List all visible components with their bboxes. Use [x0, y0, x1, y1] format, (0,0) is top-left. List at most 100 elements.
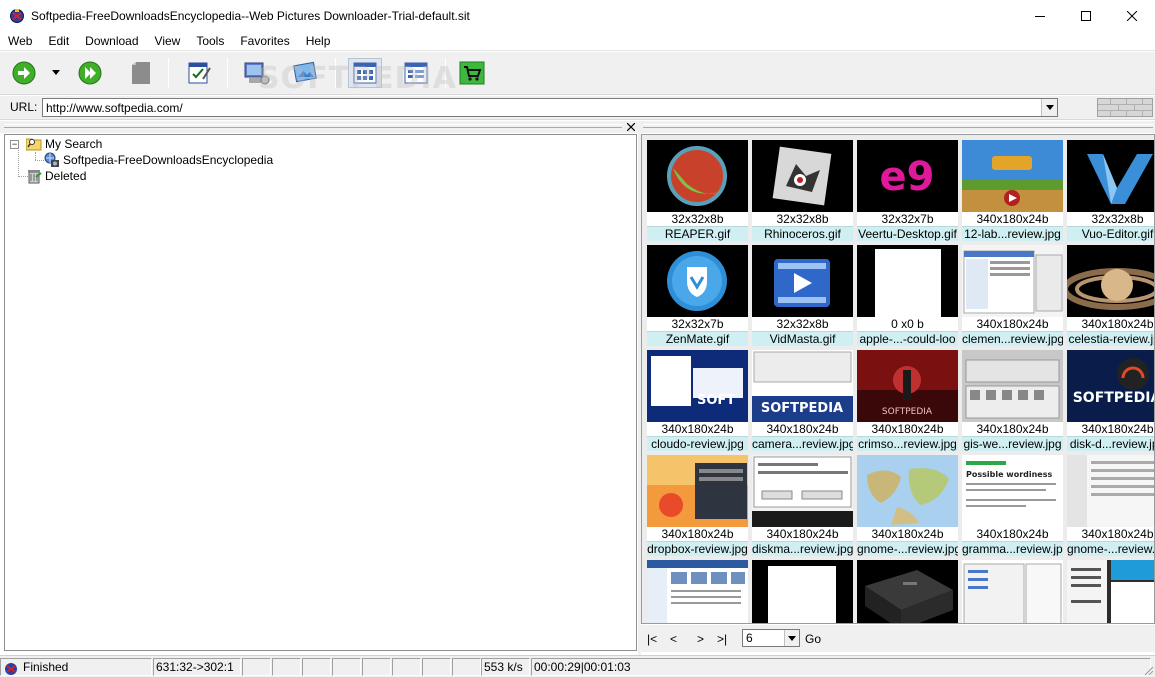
thumbnail-image[interactable]: [647, 140, 748, 212]
thumbnail-image[interactable]: [752, 140, 853, 212]
thumbnail-dimensions: 340x180x24b: [752, 527, 853, 541]
stop-button[interactable]: [126, 58, 156, 88]
thumbnail-filename: camera...review.jpg: [752, 436, 853, 451]
next-button[interactable]: [75, 58, 105, 88]
page-select[interactable]: 6: [742, 629, 800, 647]
thumbnail-cell[interactable]: Possible wordiness 340x180x24b gramma...re…: [962, 455, 1063, 558]
thumbnail-cell[interactable]: 340x180x24bgnome-...review.jpg: [857, 455, 958, 558]
thumbnail-image[interactable]: SOFTPEDIA: [857, 350, 958, 422]
maximize-button[interactable]: [1063, 0, 1109, 31]
thumbnail-cell[interactable]: [1067, 560, 1154, 623]
thumbnail-image[interactable]: SOFTPEDIA: [1067, 350, 1154, 422]
detail-view-button[interactable]: [400, 58, 432, 88]
thumbnail-cell[interactable]: SOFTPEDIA 340x180x24bdisk-d...review.jpg: [1067, 350, 1154, 453]
thumbnail-image[interactable]: [857, 455, 958, 527]
edit-list-button[interactable]: [184, 58, 214, 88]
thumbnail-cell[interactable]: 340x180x24b 12-lab...review.jpg: [962, 140, 1063, 243]
thumbnail-cell[interactable]: SOFT 340x180x24b cloudo-review.jpg: [647, 350, 748, 453]
thumbnail-image[interactable]: [962, 560, 1063, 623]
thumbnail-image[interactable]: [857, 245, 958, 317]
menu-tools[interactable]: Tools: [188, 31, 232, 51]
thumbnail-image[interactable]: [647, 245, 748, 317]
thumbnail-image[interactable]: [962, 140, 1063, 212]
prev-page-button[interactable]: <: [670, 632, 677, 646]
url-navigate-button[interactable]: [1097, 98, 1153, 117]
thumbnail-cell[interactable]: [647, 560, 748, 623]
minimize-button[interactable]: [1017, 0, 1063, 31]
next-page-button[interactable]: >: [697, 632, 704, 646]
tree-pane-close-button[interactable]: [625, 121, 636, 132]
menu-view[interactable]: View: [147, 31, 189, 51]
thumbnail-image[interactable]: Possible wordiness: [962, 455, 1063, 527]
thumbnail-view-button[interactable]: [348, 58, 382, 88]
menu-bar: Web Edit Download View Tools Favorites H…: [0, 31, 1155, 51]
thumbnail-image[interactable]: [962, 245, 1063, 317]
thumbnail-cell[interactable]: 32x32x8b VidMasta.gif: [752, 245, 853, 348]
toolbar-separator: [168, 58, 169, 88]
thumbnail-cell[interactable]: 340x180x24b dropbox-review.jpg: [647, 455, 748, 558]
thumbnail-image[interactable]: SOFT: [647, 350, 748, 422]
thumbnail-image[interactable]: [1067, 560, 1154, 623]
resize-grip-icon[interactable]: [1142, 664, 1154, 676]
thumbnail-cell[interactable]: [752, 560, 853, 623]
image-browser-button[interactable]: [290, 58, 320, 88]
tree-expander[interactable]: −: [10, 140, 19, 149]
menu-favorites[interactable]: Favorites: [232, 31, 297, 51]
go-dropdown-button[interactable]: [48, 58, 64, 88]
thumbnail-cell[interactable]: 32x32x8b REAPER.gif: [647, 140, 748, 243]
thumbnail-cell[interactable]: [857, 560, 958, 623]
thumbnail-cell[interactable]: 340x180x24bcelestia-review.jpg: [1067, 245, 1154, 348]
svg-text:e9: e9: [880, 154, 935, 200]
thumbnail-cell[interactable]: 340x180x24b gis-we...review.jpg: [962, 350, 1063, 453]
close-button[interactable]: [1109, 0, 1155, 31]
thumbnail-cell[interactable]: 340x180x24bgnome-...review.jpg: [1067, 455, 1154, 558]
tree-item-deleted[interactable]: Deleted: [25, 168, 86, 184]
thumbnail-cell[interactable]: 32x32x8b Rhinoceros.gif: [752, 140, 853, 243]
thumbnail-cell[interactable]: 32x32x8b Vuo-Editor.gif: [1067, 140, 1154, 243]
thumbnail-image[interactable]: [857, 560, 958, 623]
thumbnail-image[interactable]: [1067, 140, 1154, 212]
last-page-button[interactable]: >|: [717, 632, 727, 646]
status-cell: [422, 658, 451, 676]
thumbnail-cell[interactable]: SOFTPEDIA 340x180x24b camera...review.jpg: [752, 350, 853, 453]
thumbnail-filename: 12-lab...review.jpg: [962, 226, 1063, 241]
thumbnail-image[interactable]: [647, 560, 748, 623]
thumbnail-cell[interactable]: [962, 560, 1063, 623]
thumbnail-cell[interactable]: 0 x0 b apple-...-could-loo: [857, 245, 958, 348]
thumbnail-dimensions: 32x32x7b: [857, 212, 958, 226]
url-dropdown-button[interactable]: [1041, 99, 1057, 116]
thumbnail-filename: gnome-...review.jpg: [857, 541, 958, 556]
thumbnail-cell[interactable]: SOFTPEDIA 340x180x24b crimso...review.jpg: [857, 350, 958, 453]
thumbnail-image[interactable]: [752, 455, 853, 527]
computer-button[interactable]: [241, 58, 271, 88]
thumbnail-dimensions: 340x180x24b: [962, 422, 1063, 436]
thumbnail-cell[interactable]: e9 32x32x7b Veertu-Desktop.gif: [857, 140, 958, 243]
thumbnail-image[interactable]: [647, 455, 748, 527]
thumbnail-image[interactable]: [1067, 245, 1154, 317]
tree-item-softpedia[interactable]: Softpedia-FreeDownloadsEncyclopedia: [43, 152, 273, 168]
go-button[interactable]: [9, 58, 39, 88]
pane-grip: [643, 124, 1153, 128]
menu-help[interactable]: Help: [298, 31, 339, 51]
buy-button[interactable]: [457, 58, 487, 88]
thumbnail-image[interactable]: e9: [857, 140, 958, 212]
thumbnail-dimensions: 0 x0 b: [857, 317, 958, 331]
thumbnail-image[interactable]: SOFTPEDIA: [752, 350, 853, 422]
thumbnail-image[interactable]: [752, 560, 853, 623]
thumbnail-cell[interactable]: 32x32x7b ZenMate.gif: [647, 245, 748, 348]
menu-web[interactable]: Web: [0, 31, 40, 51]
thumbnail-cell[interactable]: 340x180x24b clemen...review.jpg: [962, 245, 1063, 348]
thumbnail-image[interactable]: [1067, 455, 1154, 527]
thumbnail-dimensions: 32x32x8b: [1067, 212, 1154, 226]
url-input[interactable]: http://www.softpedia.com/: [42, 98, 1058, 117]
page-select-dropdown[interactable]: [784, 630, 799, 646]
menu-edit[interactable]: Edit: [40, 31, 77, 51]
menu-download[interactable]: Download: [77, 31, 146, 51]
thumbnail-image[interactable]: [752, 245, 853, 317]
go-page-button[interactable]: Go: [805, 632, 821, 646]
first-page-button[interactable]: |<: [647, 632, 657, 646]
thumbnail-cell[interactable]: 340x180x24b diskma...review.jpg: [752, 455, 853, 558]
web-search-icon: [43, 152, 61, 168]
tree-item-my-search[interactable]: My Search: [25, 136, 102, 152]
thumbnail-image[interactable]: [962, 350, 1063, 422]
